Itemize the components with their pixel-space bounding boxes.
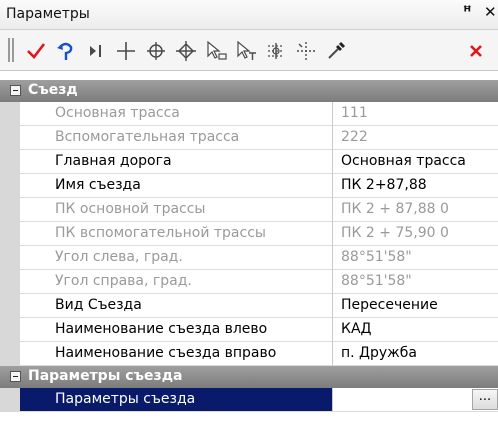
property-value: 111	[333, 102, 498, 126]
category-header-parametry-sezda[interactable]: Параметры съезда	[0, 366, 498, 388]
property-value: 88°51'58"	[333, 246, 498, 270]
float-window-icon[interactable]: ꟸ	[463, 4, 472, 20]
panel-title-bar: Параметры ꟸ ✕	[0, 0, 498, 30]
property-row[interactable]: ПК основной трассы ПК 2 + 87,88 0	[0, 198, 498, 222]
property-value[interactable]: ПК 2+87,88	[333, 174, 498, 198]
category-label: Параметры съезда	[28, 368, 183, 384]
property-name: Угол слева, град.	[20, 246, 333, 270]
diamond-crosshair-icon[interactable]	[173, 38, 199, 64]
property-row[interactable]: Угол слева, град. 88°51'58"	[0, 246, 498, 270]
property-value: ПК 2 + 75,90 0	[333, 222, 498, 246]
toolbar	[0, 30, 498, 71]
property-name: Параметры съезда	[20, 388, 333, 412]
property-name: Имя съезда	[20, 174, 333, 198]
property-row[interactable]: Вид Съезда Пересечение	[0, 294, 498, 318]
grip-icon[interactable]	[8, 38, 14, 62]
step-icon[interactable]	[83, 38, 109, 64]
property-value: 88°51'58"	[333, 270, 498, 294]
ellipsis-button[interactable]: ...	[472, 389, 498, 410]
property-row[interactable]: ПК вспомогательной трассы ПК 2 + 75,90 0	[0, 222, 498, 246]
eyedropper-icon[interactable]	[323, 38, 349, 64]
property-value[interactable]: Пересечение	[333, 294, 498, 318]
property-name: Угол справа, град.	[20, 270, 333, 294]
property-row[interactable]: Вспомогательная трасса 222	[0, 126, 498, 150]
crosshair-plus-icon[interactable]	[113, 38, 139, 64]
property-value[interactable]: ...	[333, 388, 498, 412]
property-name: Вид Съезда	[20, 294, 333, 318]
category-header-sezd[interactable]: Съезд	[0, 80, 498, 102]
collapse-icon[interactable]	[10, 371, 21, 382]
property-row[interactable]: Имя съезда ПК 2+87,88	[0, 174, 498, 198]
property-value: ПК 2 + 87,88 0	[333, 198, 498, 222]
arrow-select-icon[interactable]	[203, 38, 229, 64]
panel-title: Параметры	[6, 6, 90, 22]
property-row[interactable]: Угол справа, град. 88°51'58"	[0, 270, 498, 294]
collapse-icon[interactable]	[10, 85, 21, 96]
property-name: Вспомогательная трасса	[20, 126, 333, 150]
property-value[interactable]: КАД	[333, 318, 498, 342]
property-name: ПК вспомогательной трассы	[20, 222, 333, 246]
property-row[interactable]: Основная трасса 111	[0, 102, 498, 126]
property-name: Наименование съезда вправо	[20, 342, 333, 366]
property-name: Главная дорога	[20, 150, 333, 174]
property-name: ПК основной трассы	[20, 198, 333, 222]
checkmark-icon[interactable]	[23, 38, 49, 64]
circle-crosshair-icon[interactable]	[143, 38, 169, 64]
property-value[interactable]: Основная трасса	[333, 150, 498, 174]
category-label: Съезд	[28, 82, 78, 98]
snap-grid-icon[interactable]	[263, 38, 289, 64]
arrow-select-t-icon[interactable]	[233, 38, 259, 64]
property-row[interactable]: Главная дорога Основная трасса	[0, 150, 498, 174]
property-row-selected[interactable]: Параметры съезда ...	[0, 388, 498, 412]
property-row[interactable]: Наименование съезда влево КАД	[0, 318, 498, 342]
property-value: 222	[333, 126, 498, 150]
property-name: Основная трасса	[20, 102, 333, 126]
property-value[interactable]: п. Дружба	[333, 342, 498, 366]
close-icon[interactable]	[463, 38, 489, 64]
property-name: Наименование съезда влево	[20, 318, 333, 342]
dotted-cross-icon[interactable]	[293, 38, 319, 64]
property-row[interactable]: Наименование съезда вправо п. Дружба	[0, 342, 498, 366]
close-panel-icon[interactable]: ✕	[484, 3, 497, 21]
undo-arrow-icon[interactable]	[53, 38, 79, 64]
